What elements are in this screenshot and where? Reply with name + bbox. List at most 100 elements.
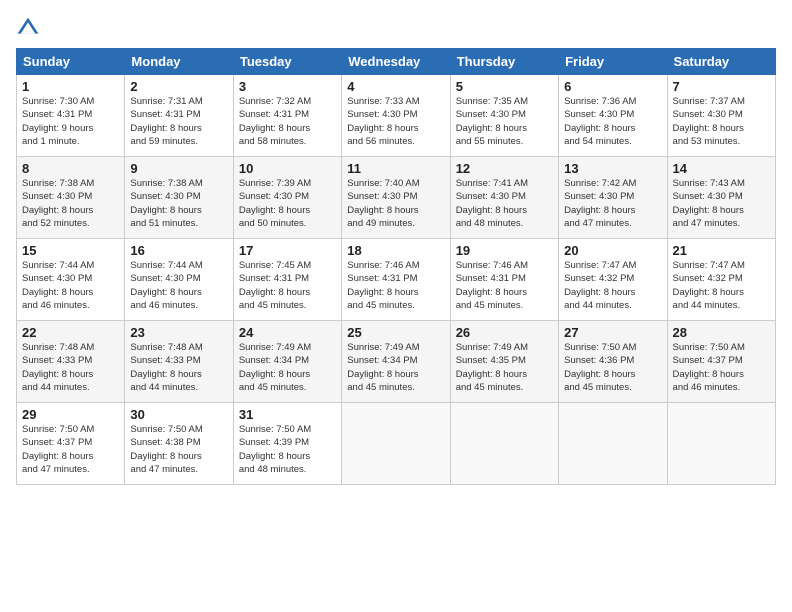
calendar-week-row: 8Sunrise: 7:38 AMSunset: 4:30 PMDaylight… [17,157,776,239]
logo [16,16,44,40]
calendar-week-row: 29Sunrise: 7:50 AMSunset: 4:37 PMDayligh… [17,403,776,485]
calendar-day-cell [559,403,667,485]
calendar-table: SundayMondayTuesdayWednesdayThursdayFrid… [16,48,776,485]
calendar-day-cell [450,403,558,485]
logo-icon [16,16,40,40]
day-info: Sunrise: 7:41 AMSunset: 4:30 PMDaylight:… [456,177,553,230]
day-number: 11 [347,161,444,176]
weekday-header-cell: Saturday [667,49,775,75]
calendar-day-cell: 18Sunrise: 7:46 AMSunset: 4:31 PMDayligh… [342,239,450,321]
calendar-day-cell: 23Sunrise: 7:48 AMSunset: 4:33 PMDayligh… [125,321,233,403]
day-info: Sunrise: 7:49 AMSunset: 4:34 PMDaylight:… [239,341,336,394]
day-info: Sunrise: 7:42 AMSunset: 4:30 PMDaylight:… [564,177,661,230]
calendar-day-cell: 13Sunrise: 7:42 AMSunset: 4:30 PMDayligh… [559,157,667,239]
day-info: Sunrise: 7:37 AMSunset: 4:30 PMDaylight:… [673,95,770,148]
weekday-header-cell: Wednesday [342,49,450,75]
calendar-day-cell: 19Sunrise: 7:46 AMSunset: 4:31 PMDayligh… [450,239,558,321]
calendar-day-cell: 26Sunrise: 7:49 AMSunset: 4:35 PMDayligh… [450,321,558,403]
day-info: Sunrise: 7:44 AMSunset: 4:30 PMDaylight:… [22,259,119,312]
day-info: Sunrise: 7:46 AMSunset: 4:31 PMDaylight:… [456,259,553,312]
day-number: 9 [130,161,227,176]
day-info: Sunrise: 7:49 AMSunset: 4:34 PMDaylight:… [347,341,444,394]
calendar-day-cell: 11Sunrise: 7:40 AMSunset: 4:30 PMDayligh… [342,157,450,239]
day-number: 17 [239,243,336,258]
day-number: 12 [456,161,553,176]
calendar-day-cell: 10Sunrise: 7:39 AMSunset: 4:30 PMDayligh… [233,157,341,239]
calendar-day-cell: 22Sunrise: 7:48 AMSunset: 4:33 PMDayligh… [17,321,125,403]
day-number: 24 [239,325,336,340]
day-number: 2 [130,79,227,94]
day-info: Sunrise: 7:30 AMSunset: 4:31 PMDaylight:… [22,95,119,148]
day-info: Sunrise: 7:44 AMSunset: 4:30 PMDaylight:… [130,259,227,312]
day-info: Sunrise: 7:50 AMSunset: 4:38 PMDaylight:… [130,423,227,476]
calendar-day-cell: 7Sunrise: 7:37 AMSunset: 4:30 PMDaylight… [667,75,775,157]
day-info: Sunrise: 7:47 AMSunset: 4:32 PMDaylight:… [564,259,661,312]
day-info: Sunrise: 7:39 AMSunset: 4:30 PMDaylight:… [239,177,336,230]
calendar-week-row: 22 Sunrise: 7:48 AMSunset: 4:33 PMDayligh… [17,321,776,403]
day-number: 27 [564,325,661,340]
day-info: Sunrise: 7:36 AMSunset: 4:30 PMDaylight:… [564,95,661,148]
day-number: 29 [22,407,119,422]
calendar-day-cell: 1Sunrise: 7:30 AMSunset: 4:31 PMDaylight… [17,75,125,157]
day-info: Sunrise: 7:49 AMSunset: 4:35 PMDaylight:… [456,341,553,394]
day-number: 20 [564,243,661,258]
day-info: Sunrise: 7:38 AMSunset: 4:30 PMDaylight:… [22,177,119,230]
calendar-day-cell [342,403,450,485]
day-number: 19 [456,243,553,258]
weekday-header-cell: Tuesday [233,49,341,75]
calendar-day-cell: 17Sunrise: 7:45 AMSunset: 4:31 PMDayligh… [233,239,341,321]
day-number: 13 [564,161,661,176]
day-number: 23 [130,325,227,340]
day-number: 10 [239,161,336,176]
day-number: 3 [239,79,336,94]
day-number: 22 [22,325,119,340]
calendar-day-cell: 30Sunrise: 7:50 AMSunset: 4:38 PMDayligh… [125,403,233,485]
calendar-day-cell: 2Sunrise: 7:31 AMSunset: 4:31 PMDaylight… [125,75,233,157]
day-info: Sunrise: 7:33 AMSunset: 4:30 PMDaylight:… [347,95,444,148]
day-number: 31 [239,407,336,422]
day-info: Sunrise: 7:46 AMSunset: 4:31 PMDaylight:… [347,259,444,312]
calendar-day-cell: 14Sunrise: 7:43 AMSunset: 4:30 PMDayligh… [667,157,775,239]
day-info: Sunrise: 7:35 AMSunset: 4:30 PMDaylight:… [456,95,553,148]
day-info: Sunrise: 7:50 AMSunset: 4:36 PMDaylight:… [564,341,661,394]
day-number: 5 [456,79,553,94]
weekday-header-cell: Sunday [17,49,125,75]
calendar-day-cell [667,403,775,485]
calendar-day-cell: 4Sunrise: 7:33 AMSunset: 4:30 PMDaylight… [342,75,450,157]
calendar-day-cell: 5Sunrise: 7:35 AMSunset: 4:30 PMDaylight… [450,75,558,157]
day-info: Sunrise: 7:50 AMSunset: 4:37 PMDaylight:… [673,341,770,394]
calendar-day-cell: 28Sunrise: 7:50 AMSunset: 4:37 PMDayligh… [667,321,775,403]
day-number: 4 [347,79,444,94]
weekday-header-row: SundayMondayTuesdayWednesdayThursdayFrid… [17,49,776,75]
day-info: Sunrise: 7:40 AMSunset: 4:30 PMDaylight:… [347,177,444,230]
day-number: 1 [22,79,119,94]
day-info: Sunrise: 7:48 AMSunset: 4:33 PMDaylight:… [130,341,227,394]
day-number: 7 [673,79,770,94]
day-number: 15 [22,243,119,258]
calendar-day-cell: 12Sunrise: 7:41 AMSunset: 4:30 PMDayligh… [450,157,558,239]
day-number: 25 [347,325,444,340]
day-info: Sunrise: 7:50 AMSunset: 4:39 PMDaylight:… [239,423,336,476]
calendar-day-cell: 6Sunrise: 7:36 AMSunset: 4:30 PMDaylight… [559,75,667,157]
day-info: Sunrise: 7:31 AMSunset: 4:31 PMDaylight:… [130,95,227,148]
calendar-day-cell: 3Sunrise: 7:32 AMSunset: 4:31 PMDaylight… [233,75,341,157]
day-info: Sunrise: 7:38 AMSunset: 4:30 PMDaylight:… [130,177,227,230]
calendar-body: 1Sunrise: 7:30 AMSunset: 4:31 PMDaylight… [17,75,776,485]
day-number: 21 [673,243,770,258]
day-info: Sunrise: 7:45 AMSunset: 4:31 PMDaylight:… [239,259,336,312]
calendar-day-cell: 8Sunrise: 7:38 AMSunset: 4:30 PMDaylight… [17,157,125,239]
calendar-day-cell: 20Sunrise: 7:47 AMSunset: 4:32 PMDayligh… [559,239,667,321]
calendar-day-cell: 15Sunrise: 7:44 AMSunset: 4:30 PMDayligh… [17,239,125,321]
day-number: 8 [22,161,119,176]
calendar-day-cell: 31Sunrise: 7:50 AMSunset: 4:39 PMDayligh… [233,403,341,485]
calendar-week-row: 15Sunrise: 7:44 AMSunset: 4:30 PMDayligh… [17,239,776,321]
day-number: 16 [130,243,227,258]
day-number: 26 [456,325,553,340]
calendar-day-cell: 16Sunrise: 7:44 AMSunset: 4:30 PMDayligh… [125,239,233,321]
day-info: Sunrise: 7:32 AMSunset: 4:31 PMDaylight:… [239,95,336,148]
day-number: 30 [130,407,227,422]
calendar-day-cell: 24Sunrise: 7:49 AMSunset: 4:34 PMDayligh… [233,321,341,403]
day-number: 6 [564,79,661,94]
weekday-header-cell: Friday [559,49,667,75]
calendar-day-cell: 21Sunrise: 7:47 AMSunset: 4:32 PMDayligh… [667,239,775,321]
